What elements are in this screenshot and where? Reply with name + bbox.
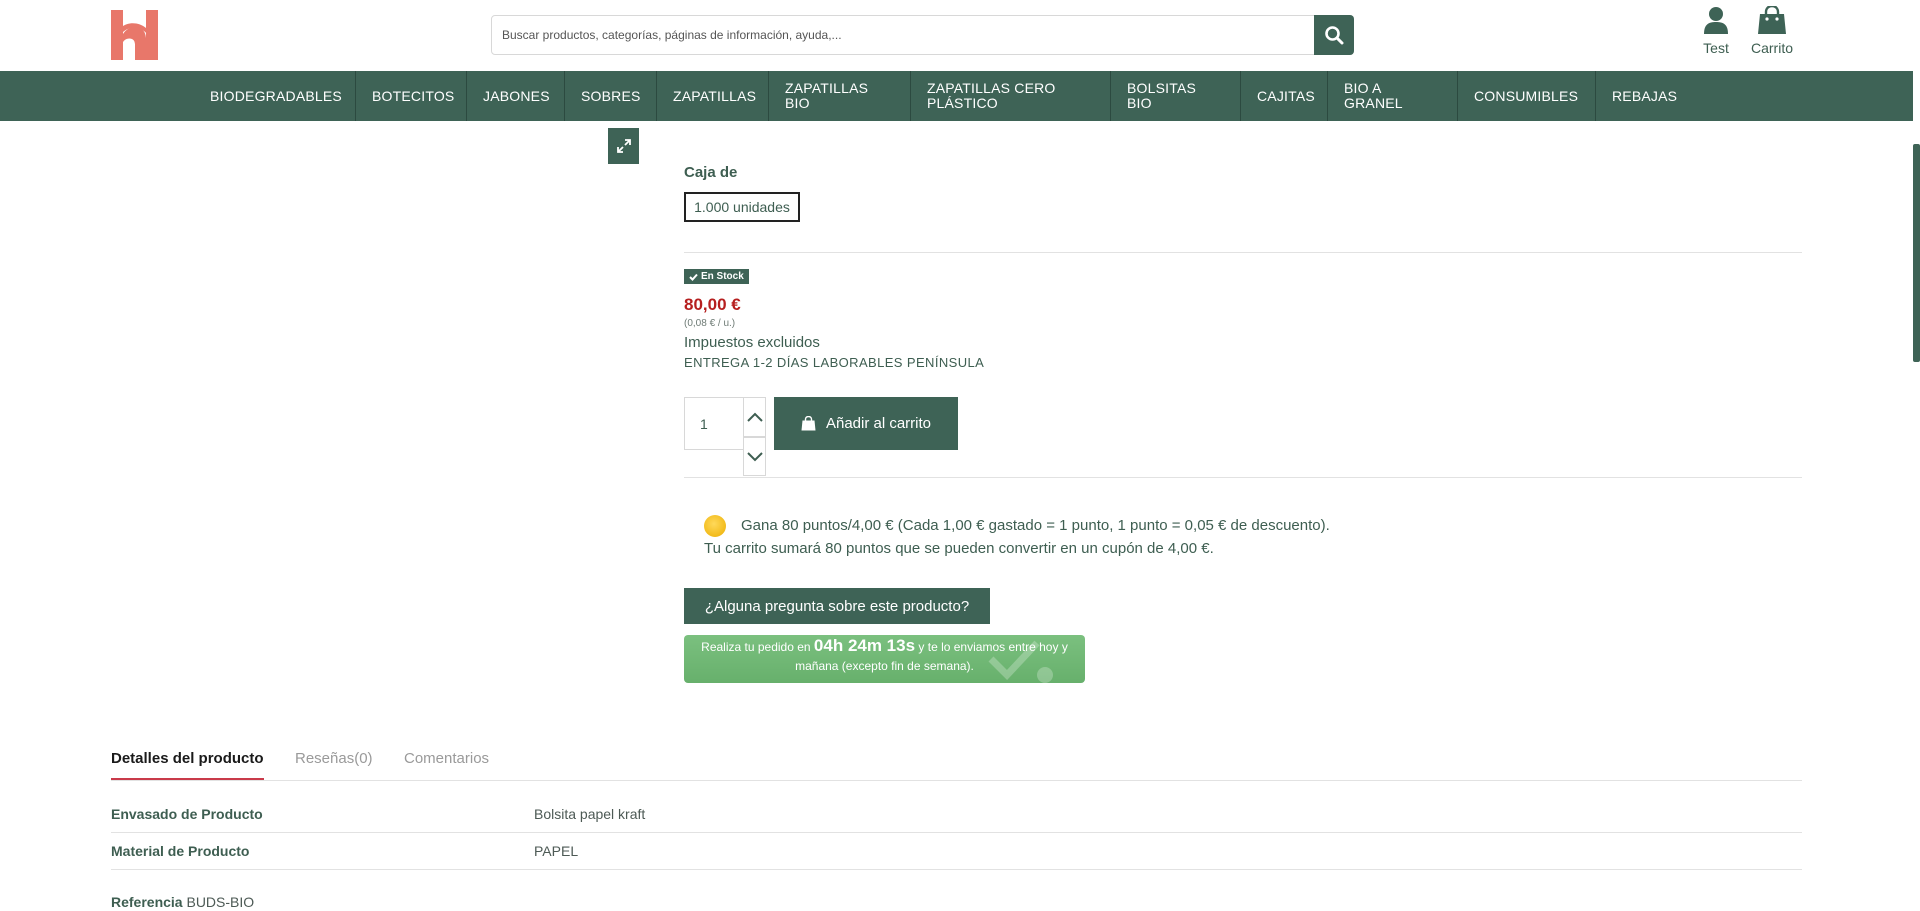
search-bar: [491, 15, 1354, 55]
search-input[interactable]: [492, 16, 1314, 54]
add-to-cart-button[interactable]: Añadir al carrito: [774, 397, 958, 450]
reference-label: Referencia: [111, 894, 183, 910]
nav-item-botecitos[interactable]: BOTECITOS: [356, 71, 467, 121]
site-header: Test Carrito: [0, 0, 1913, 71]
delivery-note: ENTREGA 1-2 DÍAS LABORABLES PENÍNSULA: [684, 355, 985, 370]
cart-link[interactable]: Carrito: [1750, 6, 1794, 56]
account-link[interactable]: Test: [1696, 6, 1736, 56]
shopping-bag-icon: [1758, 6, 1786, 34]
stock-label: En Stock: [701, 271, 744, 282]
page-scrollbar[interactable]: [1913, 144, 1920, 362]
detail-value: Bolsita papel kraft: [534, 806, 646, 822]
search-button[interactable]: [1314, 15, 1354, 55]
delivery-countdown-banner: Realiza tu pedido en 04h 24m 13s y te lo…: [684, 635, 1085, 683]
countdown-line-2: mañana (excepto fin de semana).: [795, 659, 974, 673]
product-price: 80,00 €: [684, 295, 741, 314]
nav-item-biodegradables[interactable]: BIODEGRADABLES: [194, 71, 356, 121]
tab-product-details[interactable]: Detalles del producto: [111, 750, 264, 781]
nav-item-zapatillas-bio[interactable]: ZAPATILLAS BIO: [769, 71, 911, 121]
detail-label: Envasado de Producto: [111, 806, 263, 822]
stock-badge: En Stock: [684, 269, 749, 284]
product-question-button[interactable]: ¿Alguna pregunta sobre este producto?: [684, 588, 990, 624]
tab-reviews[interactable]: Reseñas(0): [295, 750, 373, 778]
nav-item-jabones[interactable]: JABONES: [467, 71, 565, 121]
countdown-timer: 04h 24m 13s: [813, 636, 916, 655]
loyalty-points-info: Gana 80 puntos/4,00 € (Cada 1,00 € gasta…: [741, 517, 1330, 534]
nav-item-bolsitas-bio[interactable]: BOLSITAS BIO: [1111, 71, 1241, 121]
store-logo-icon[interactable]: [111, 10, 158, 60]
nav-item-bio-a-granel[interactable]: BIO A GRANEL: [1328, 71, 1458, 121]
check-icon: [689, 273, 698, 281]
user-icon: [1704, 7, 1728, 34]
product-reference: Referencia BUDS-BIO: [111, 894, 254, 910]
nav-item-sobres[interactable]: SOBRES: [565, 71, 657, 121]
nav-item-consumibles[interactable]: CONSUMIBLES: [1458, 71, 1596, 121]
divider: [684, 477, 1802, 478]
chevron-down-icon: [746, 451, 763, 461]
tax-note: Impuestos excluidos: [684, 334, 820, 351]
search-icon: [1325, 26, 1344, 45]
nav-item-zapatillas-cero-plastico[interactable]: ZAPATILLAS CERO PLÁSTICO: [911, 71, 1111, 121]
nav-item-cajitas[interactable]: CAJITAS: [1241, 71, 1328, 121]
countdown-suffix: y te lo enviamos entre hoy y: [918, 640, 1068, 654]
variant-option-selected[interactable]: 1.000 unidades: [684, 192, 800, 222]
tabs-divider: [111, 780, 1802, 781]
expand-icon: [616, 139, 631, 153]
countdown-prefix: Realiza tu pedido en: [701, 640, 811, 654]
quantity-decrease-button[interactable]: [743, 437, 766, 476]
detail-label: Material de Producto: [111, 843, 250, 859]
nav-item-rebajas[interactable]: REBAJAS: [1596, 71, 1696, 121]
shopping-bag-icon: [801, 416, 816, 431]
variant-label: Caja de: [684, 164, 738, 181]
add-to-cart-label: Añadir al carrito: [825, 415, 932, 432]
row-divider: [111, 869, 1802, 870]
nav-item-zapatillas[interactable]: ZAPATILLAS: [657, 71, 769, 121]
detail-value: PAPEL: [534, 843, 579, 859]
quantity-increase-button[interactable]: [743, 397, 766, 437]
quantity-input[interactable]: [684, 397, 744, 450]
cart-label: Carrito: [1750, 40, 1793, 56]
chevron-up-icon: [746, 412, 763, 422]
unit-price: (0,08 € / u.): [684, 318, 736, 329]
reference-value: BUDS-BIO: [186, 894, 255, 910]
main-navigation: BIODEGRADABLES BOTECITOS JABONES SOBRES …: [0, 71, 1913, 121]
row-divider: [111, 832, 1802, 833]
tab-comments[interactable]: Comentarios: [404, 750, 489, 778]
loyalty-points-cart: Tu carrito sumará 80 puntos que se puede…: [704, 540, 1214, 557]
account-label: Test: [1703, 40, 1729, 56]
divider: [684, 252, 1802, 253]
loyalty-coin-icon: [704, 515, 726, 537]
expand-image-button[interactable]: [608, 128, 639, 164]
